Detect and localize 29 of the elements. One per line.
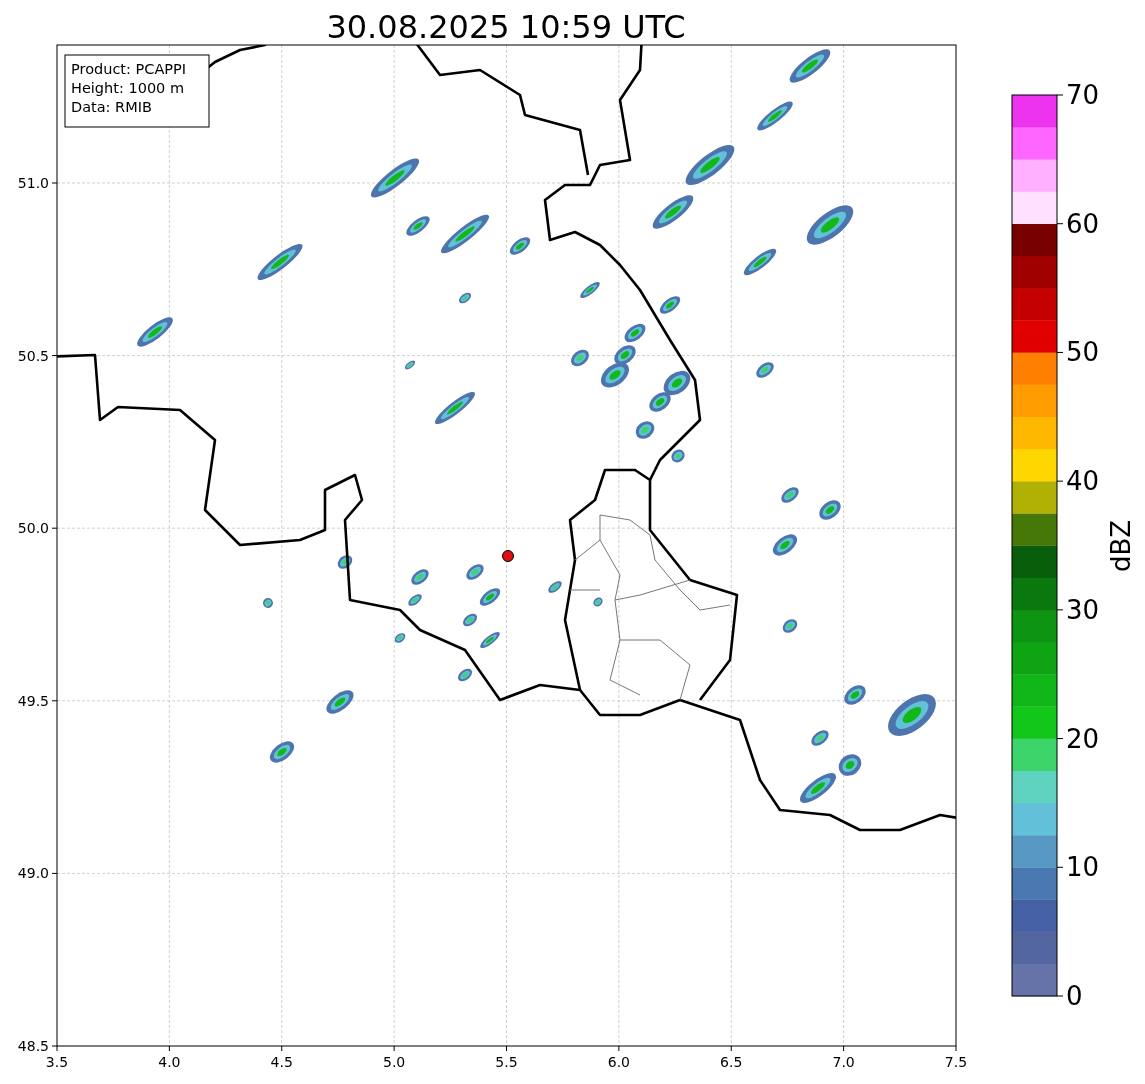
x-tick-label: 6.0 xyxy=(607,1054,630,1070)
info-text: Product: PCAPPI xyxy=(71,61,187,77)
info-text: Height: 1000 m xyxy=(71,80,185,96)
y-tick-label: 49.0 xyxy=(17,865,49,882)
colorbar-tick-label: 0 xyxy=(1066,981,1083,1011)
colorbar-tick-label: 10 xyxy=(1066,852,1100,883)
radar-site-marker xyxy=(502,550,514,562)
x-tick-label: 4.0 xyxy=(158,1054,181,1070)
colorbar-tick-label: 40 xyxy=(1066,466,1100,497)
colorbar-label: dBZ xyxy=(1106,519,1136,573)
y-tick-label: 51.0 xyxy=(17,175,49,191)
x-tick-label: 3.5 xyxy=(45,1054,69,1070)
x-tick-label: 6.5 xyxy=(720,1054,743,1070)
chart-title: 30.08.2025 10:59 UTC xyxy=(326,8,686,46)
colorbar-tick-label: 20 xyxy=(1066,723,1100,754)
x-tick-label: 5.0 xyxy=(383,1054,406,1070)
colorbar-tick-label: 30 xyxy=(1066,594,1100,625)
info-text: Data: RMIB xyxy=(71,99,152,115)
colorbar-tick-label: 70 xyxy=(1066,80,1100,110)
x-tick-label: 7.0 xyxy=(832,1054,855,1070)
x-tick-label: 7.5 xyxy=(944,1054,968,1070)
y-tick-label: 49.5 xyxy=(17,692,49,709)
colorbar-tick-label: 60 xyxy=(1066,208,1100,239)
y-tick-label: 48.5 xyxy=(17,1038,49,1054)
y-tick-label: 50.0 xyxy=(17,520,49,537)
y-tick-label: 50.5 xyxy=(17,347,49,364)
x-tick-label: 4.5 xyxy=(270,1054,293,1070)
colorbar-tick-label: 50 xyxy=(1066,337,1100,368)
x-tick-label: 5.5 xyxy=(495,1054,518,1070)
